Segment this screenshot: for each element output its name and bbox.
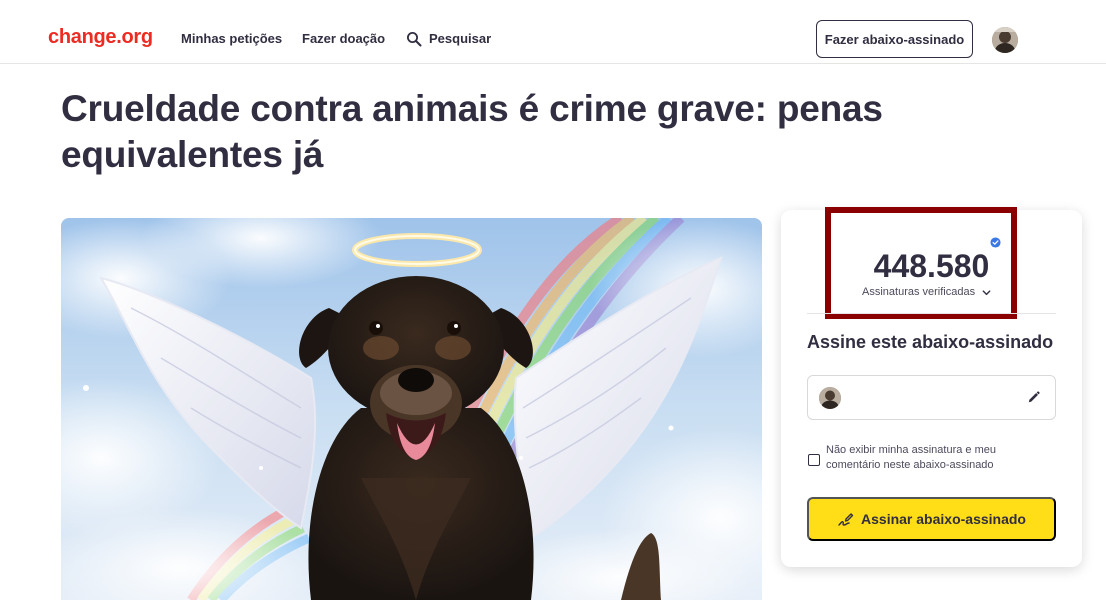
signer-identity-field[interactable]: [807, 375, 1056, 420]
nav-my-petitions[interactable]: Minhas petições: [181, 31, 282, 47]
nav-search[interactable]: Pesquisar: [406, 31, 491, 47]
user-avatar[interactable]: [992, 27, 1018, 53]
start-petition-button[interactable]: Fazer abaixo-assinado: [816, 20, 973, 58]
top-navigation-bar: change.org Minhas petições Fazer doação …: [0, 0, 1106, 64]
sign-petition-button[interactable]: Assinar abaixo-assinado: [807, 497, 1056, 541]
sign-card-heading: Assine este abaixo-assinado: [807, 332, 1054, 352]
signature-pen-icon: [838, 513, 854, 526]
change-org-logo[interactable]: change.org: [48, 25, 153, 49]
card-divider: [807, 313, 1056, 314]
sign-petition-card: 448.580 Assinaturas verificadas Assine e…: [781, 207, 1082, 567]
signature-count-highlight: [825, 207, 1017, 319]
nav-donate[interactable]: Fazer doação: [302, 31, 385, 47]
search-icon: [407, 32, 422, 47]
pencil-icon[interactable]: [1026, 390, 1041, 405]
hide-signature-label[interactable]: Não exibir minha assinatura e meu coment…: [826, 443, 1026, 473]
signer-avatar: [819, 387, 841, 409]
hide-signature-checkbox[interactable]: [808, 454, 820, 466]
petition-title: Crueldade contra animais é crime grave: …: [61, 88, 883, 175]
sign-button-label: Assinar abaixo-assinado: [861, 511, 1026, 527]
petition-hero-image: [61, 218, 762, 600]
nav-search-label: Pesquisar: [429, 31, 492, 46]
